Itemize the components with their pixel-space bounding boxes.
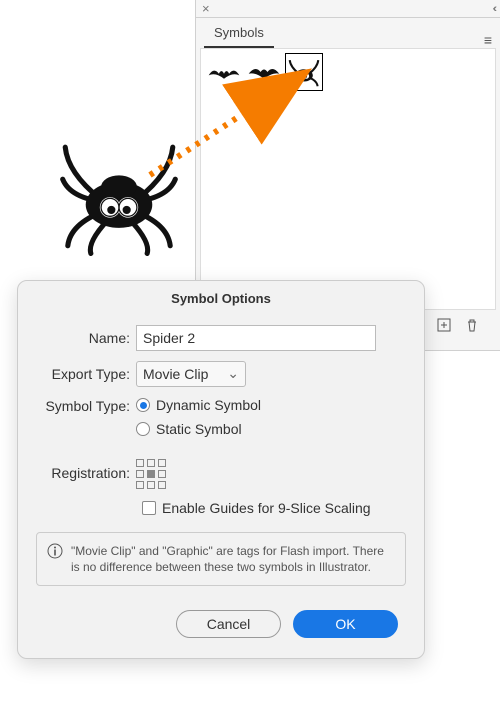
panel-titlebar[interactable]: × ‹‹ (196, 0, 500, 18)
panel-tab-row: Symbols ≡ (196, 18, 500, 48)
symbol-options-dialog: Symbol Options Name: Export Type: Movie … (17, 280, 425, 659)
info-box: "Movie Clip" and "Graphic" are tags for … (36, 532, 406, 586)
info-icon (47, 543, 63, 559)
radio-dynamic-symbol[interactable]: Dynamic Symbol (136, 397, 406, 413)
ok-button[interactable]: OK (293, 610, 398, 638)
checkbox-icon[interactable] (142, 501, 156, 515)
bat-1-symbol[interactable]: + (205, 53, 243, 91)
symbol-plus-badge: + (234, 83, 241, 90)
spider-symbol-selected[interactable] (285, 53, 323, 91)
name-input[interactable] (136, 325, 376, 351)
spider-artwork (55, 128, 183, 256)
radio-icon (136, 398, 150, 412)
export-type-select[interactable]: Movie Clip (136, 361, 246, 387)
nine-slice-checkbox-row[interactable]: Enable Guides for 9-Slice Scaling (18, 496, 424, 524)
dialog-title: Symbol Options (18, 281, 424, 320)
radio-static-symbol[interactable]: Static Symbol (136, 421, 406, 437)
radio-dynamic-label: Dynamic Symbol (156, 397, 261, 413)
close-icon[interactable]: × (202, 1, 210, 16)
trash-icon[interactable] (464, 317, 480, 333)
bat-2-symbol[interactable]: + (245, 53, 283, 91)
tab-symbols[interactable]: Symbols (204, 19, 274, 48)
symbol-plus-badge: + (274, 83, 281, 90)
radio-icon (136, 422, 150, 436)
panel-menu-icon[interactable]: ≡ (476, 32, 500, 48)
cancel-button[interactable]: Cancel (176, 610, 281, 638)
registration-label: Registration: (36, 465, 136, 481)
registration-center[interactable] (147, 470, 155, 478)
symbols-list[interactable]: + + (200, 48, 496, 310)
name-label: Name: (36, 330, 136, 346)
export-type-value: Movie Clip (143, 366, 208, 382)
symbol-type-label: Symbol Type: (36, 397, 136, 414)
dialog-button-row: Cancel OK (18, 590, 424, 642)
new-symbol-icon[interactable] (436, 317, 452, 333)
info-text: "Movie Clip" and "Graphic" are tags for … (71, 543, 395, 575)
nine-slice-label: Enable Guides for 9-Slice Scaling (162, 500, 371, 516)
export-type-label: Export Type: (36, 366, 136, 382)
registration-grid[interactable] (136, 459, 168, 491)
collapse-icon[interactable]: ‹‹ (493, 3, 494, 15)
radio-static-label: Static Symbol (156, 421, 242, 437)
